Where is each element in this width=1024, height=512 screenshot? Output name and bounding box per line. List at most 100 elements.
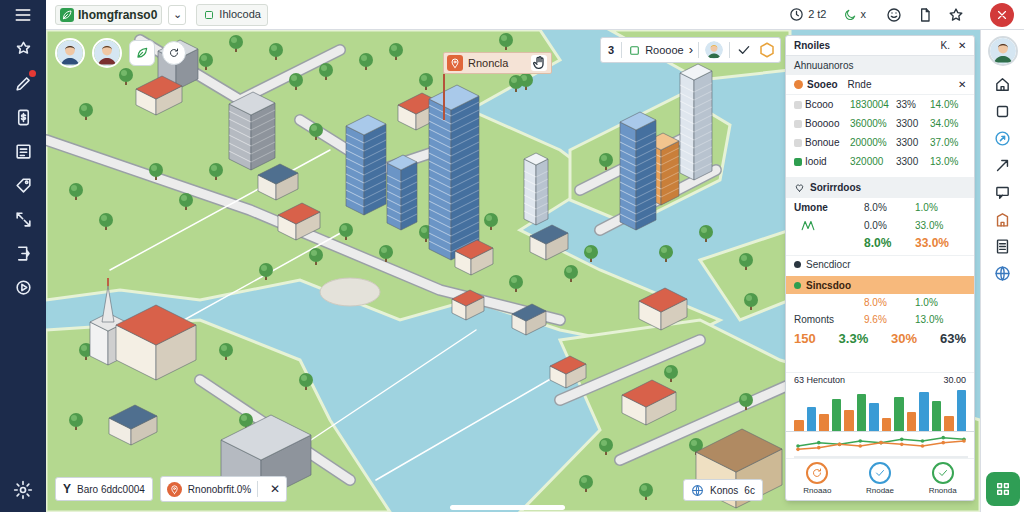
team-chip — [55, 38, 186, 68]
total-value: 150 — [794, 329, 816, 349]
group-row[interactable]: Sincsdoo — [786, 276, 974, 294]
grid-icon[interactable] — [986, 472, 1020, 506]
map-filter[interactable]: 3Rooooe› — [600, 37, 781, 63]
action-button[interactable]: Rnonda — [929, 462, 957, 497]
summary-value: 33.0% — [915, 218, 966, 233]
row-swatch — [794, 101, 802, 109]
chart-point — [817, 446, 821, 450]
star-icon[interactable] — [948, 7, 964, 23]
chart-title: 63 Hencuton — [794, 374, 845, 388]
filter-label: Rooooe — [641, 42, 684, 59]
sidebar-item[interactable] — [9, 205, 37, 233]
list-icon[interactable] — [994, 238, 1011, 255]
share-icon[interactable] — [994, 157, 1011, 174]
sidebar-item[interactable] — [9, 239, 37, 267]
stat-row[interactable]: Iooid320000330013.0% — [786, 152, 974, 171]
mode-toggle[interactable]: x — [843, 6, 867, 23]
chip-close[interactable]: ✕ — [264, 480, 286, 498]
stat-row[interactable]: Booooo36000%330034.0% — [786, 114, 974, 133]
stat-name: Bonoue — [805, 135, 839, 150]
group-stat-value: 9.6% — [864, 312, 915, 327]
stat-value: 13.0% — [930, 154, 968, 169]
action-button[interactable]: Rnoaao — [803, 462, 831, 497]
top-bar: Ihomgfranso0⌄Ihlocoda2 t2x — [46, 0, 1024, 30]
group-stat-label: Romonts — [794, 312, 864, 327]
refresh-icon[interactable] — [162, 41, 186, 65]
stat-row[interactable]: Bonoue20000%330037.0% — [786, 133, 974, 152]
filter-avatar[interactable] — [705, 41, 723, 59]
sidebar-item[interactable] — [9, 103, 37, 131]
building — [346, 115, 386, 215]
tree — [599, 153, 613, 170]
chart-bar — [857, 394, 867, 431]
chart-bar — [819, 414, 829, 431]
app-dropdown[interactable]: ⌄ — [168, 5, 186, 25]
divider — [698, 42, 699, 58]
panel-actions: Rnoaao Rnodae Rnonda — [786, 458, 974, 500]
globe-icon[interactable] — [994, 265, 1011, 282]
chart-point — [858, 439, 862, 443]
user-avatar[interactable] — [55, 38, 85, 68]
square-icon[interactable] — [994, 103, 1011, 120]
sidebar — [0, 0, 46, 512]
search-clear[interactable]: ✕ — [958, 77, 966, 92]
profile-avatar[interactable] — [988, 36, 1018, 66]
divider — [621, 42, 622, 58]
sidebar-item[interactable] — [9, 137, 37, 165]
row-swatch — [794, 120, 802, 128]
chart-point — [900, 438, 904, 442]
section-header: Sorirrdoos — [786, 177, 974, 198]
action-button[interactable]: Rnodae — [866, 462, 894, 497]
document-icon[interactable] — [917, 7, 933, 23]
sidebar-item[interactable] — [9, 171, 37, 199]
stat-value: 320000 — [850, 154, 896, 169]
rocket-icon[interactable] — [994, 130, 1011, 147]
workspace-selector[interactable]: Ihlocoda — [196, 4, 268, 26]
sidebar-item[interactable] — [9, 69, 37, 97]
panel-title: Rnoiles — [794, 38, 830, 53]
stat-row[interactable]: Bcooo183000433%14.0% — [786, 95, 974, 114]
chart-bar — [957, 390, 967, 431]
sidebar-item[interactable] — [9, 273, 37, 301]
group-label: Sencdiocr — [806, 257, 850, 272]
status-chip[interactable]: Rnonobrfit.0%✕ — [160, 476, 287, 502]
chart-point — [941, 436, 945, 440]
building-icon[interactable] — [994, 211, 1011, 228]
chart-bar — [807, 407, 817, 431]
stat-name-cell: Iooid — [794, 154, 850, 169]
filter-count: 3 — [601, 42, 621, 59]
user-avatar[interactable] — [92, 38, 122, 68]
total-value: 63% — [940, 329, 966, 349]
city-map[interactable]: Rnoncla3Rooooe›YBaro 6ddc0004Rnonobrfit.… — [46, 30, 980, 512]
close-icon[interactable] — [990, 3, 1014, 27]
leaf-icon[interactable] — [129, 40, 155, 66]
drag-handle[interactable] — [450, 505, 565, 510]
tree — [289, 73, 303, 90]
row-swatch — [794, 139, 802, 147]
group-stat-value: 1.0% — [915, 295, 966, 310]
corner-chip[interactable]: Konos6c — [683, 479, 763, 501]
group-row[interactable]: Sencdiocr — [786, 255, 974, 273]
search-row[interactable]: SooeoRnde✕ — [786, 75, 974, 95]
corner-value: 6c — [744, 483, 755, 498]
chat-icon[interactable] — [994, 184, 1011, 201]
gear-icon[interactable] — [13, 480, 33, 500]
panel-spacer — [786, 350, 974, 372]
trend-icon — [794, 218, 822, 232]
stat-name-cell: Bonoue — [794, 135, 850, 150]
app-logo[interactable]: Ihomgfranso0 — [55, 5, 162, 25]
chart-point — [838, 443, 842, 447]
search-value: Rnde — [842, 77, 954, 92]
stat-value: 14.0% — [930, 97, 968, 112]
home-icon[interactable] — [994, 76, 1011, 93]
smiley-icon[interactable] — [886, 7, 902, 23]
menu-icon[interactable] — [13, 5, 33, 25]
board-icon — [14, 142, 33, 161]
map-flag[interactable]: Rnoncla — [443, 52, 552, 74]
group-stat-value: 8.0% — [864, 295, 915, 310]
group-dot — [794, 282, 801, 289]
status-chip[interactable]: YBaro 6ddc0004 — [55, 477, 153, 501]
close-button[interactable]: ✕ — [958, 38, 966, 53]
sidebar-item[interactable] — [9, 35, 37, 63]
status-chips: YBaro 6ddc0004 Rnonobrfit.0%✕ — [55, 476, 287, 502]
